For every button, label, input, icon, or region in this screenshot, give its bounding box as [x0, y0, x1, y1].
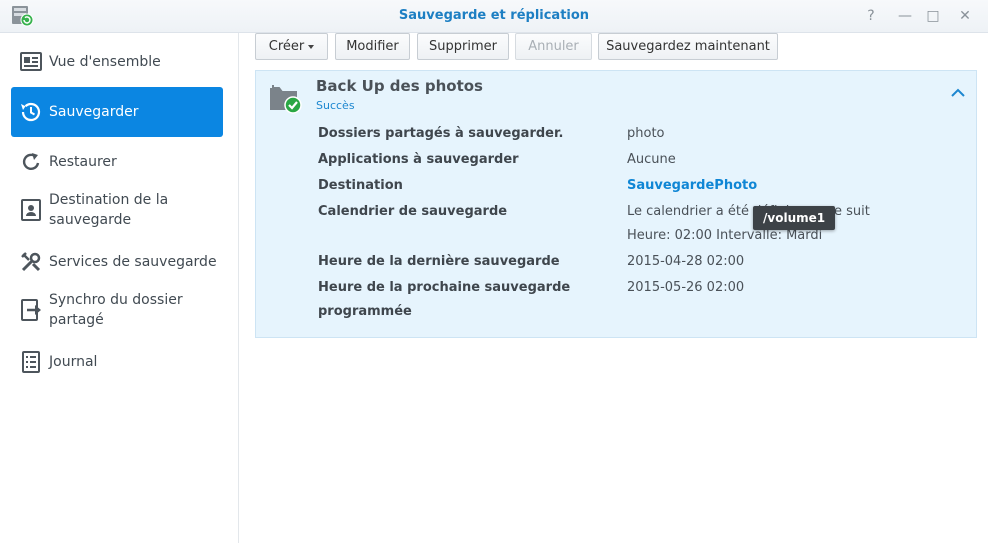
- title-bar: Sauvegarde et réplication ? — □ ✕: [0, 0, 988, 33]
- folder-success-icon: [270, 85, 302, 114]
- sidebar-item-label: Services de sauvegarde: [49, 254, 217, 270]
- main-content: Créer Modifier Supprimer Annuler Sauvega…: [239, 33, 988, 543]
- maximize-icon[interactable]: □: [923, 6, 943, 26]
- detail-value: 2015-04-28 02:00: [627, 254, 745, 269]
- sidebar-item-log[interactable]: Journal: [11, 346, 223, 378]
- task-title: Back Up des photos: [316, 77, 483, 95]
- sidebar-item-label: Sauvegarder: [49, 104, 139, 120]
- sidebar-item-backup-services[interactable]: Services de sauvegarde: [11, 246, 223, 278]
- sync-folder-icon: [21, 299, 41, 321]
- restore-icon: [22, 153, 40, 170]
- overview-icon: [20, 52, 42, 71]
- backup-now-button[interactable]: Sauvegardez maintenant: [598, 33, 778, 60]
- tooltip: /volume1: [753, 206, 836, 230]
- sidebar-item-label: Journal: [49, 354, 98, 370]
- sidebar-item-restore[interactable]: Restaurer: [11, 146, 223, 178]
- minimize-icon[interactable]: —: [895, 6, 915, 26]
- create-button-label: Créer: [268, 39, 305, 54]
- create-button[interactable]: Créer: [255, 33, 328, 60]
- detail-label: Applications à sauvegarder: [318, 152, 519, 167]
- detail-label-line2: programmée: [318, 304, 412, 319]
- sidebar-item-label: Vue d'ensemble: [49, 54, 161, 70]
- cancel-button[interactable]: Annuler: [515, 33, 592, 60]
- chevron-down-icon: [308, 44, 315, 49]
- modify-button[interactable]: Modifier: [335, 33, 410, 60]
- log-icon: [22, 351, 40, 373]
- sidebar-item-shared-folder-sync[interactable]: Synchro du dossier partagé: [11, 286, 223, 332]
- detail-label-line1: Heure de la prochaine sauvegarde: [318, 280, 571, 295]
- destination-icon: [21, 199, 41, 221]
- sidebar-item-label-line1: Destination de la: [49, 192, 169, 208]
- window-title: Sauvegarde et réplication: [398, 8, 590, 23]
- tools-icon: [21, 252, 41, 272]
- sidebar-item-label-line2: sauvegarde: [49, 212, 132, 228]
- detail-label: Destination: [318, 178, 403, 193]
- detail-value: Aucune: [627, 152, 676, 167]
- sidebar-item-label-line1: Synchro du dossier: [49, 292, 183, 308]
- sidebar-item-label-line2: partagé: [49, 312, 104, 328]
- sidebar-item-backup[interactable]: Sauvegarder: [11, 87, 223, 137]
- task-status: Succès: [316, 99, 355, 112]
- backup-clock-icon: [21, 102, 41, 122]
- delete-button[interactable]: Supprimer: [417, 33, 509, 60]
- detail-label: Calendrier de sauvegarde: [318, 204, 508, 219]
- sidebar-item-overview[interactable]: Vue d'ensemble: [11, 46, 223, 78]
- sidebar-item-label: Restaurer: [49, 154, 117, 170]
- chevron-up-icon[interactable]: [950, 87, 966, 99]
- sidebar-item-destination[interactable]: Destination de la sauvegarde: [11, 186, 223, 232]
- destination-link[interactable]: SauvegardePhoto: [627, 174, 757, 198]
- sidebar: Vue d'ensemble Sauvegarder Restaurer Des…: [0, 33, 239, 543]
- detail-label: Dossiers partagés à sauvegarder.: [318, 126, 564, 141]
- close-icon[interactable]: ✕: [955, 6, 975, 26]
- detail-value: 2015-05-26 02:00: [627, 280, 745, 295]
- help-icon[interactable]: ?: [861, 6, 881, 26]
- detail-value: photo: [627, 126, 665, 141]
- backup-task-panel[interactable]: Back Up des photos Succès Dossiers parta…: [255, 70, 977, 338]
- detail-label: Heure de la dernière sauvegarde: [318, 254, 560, 269]
